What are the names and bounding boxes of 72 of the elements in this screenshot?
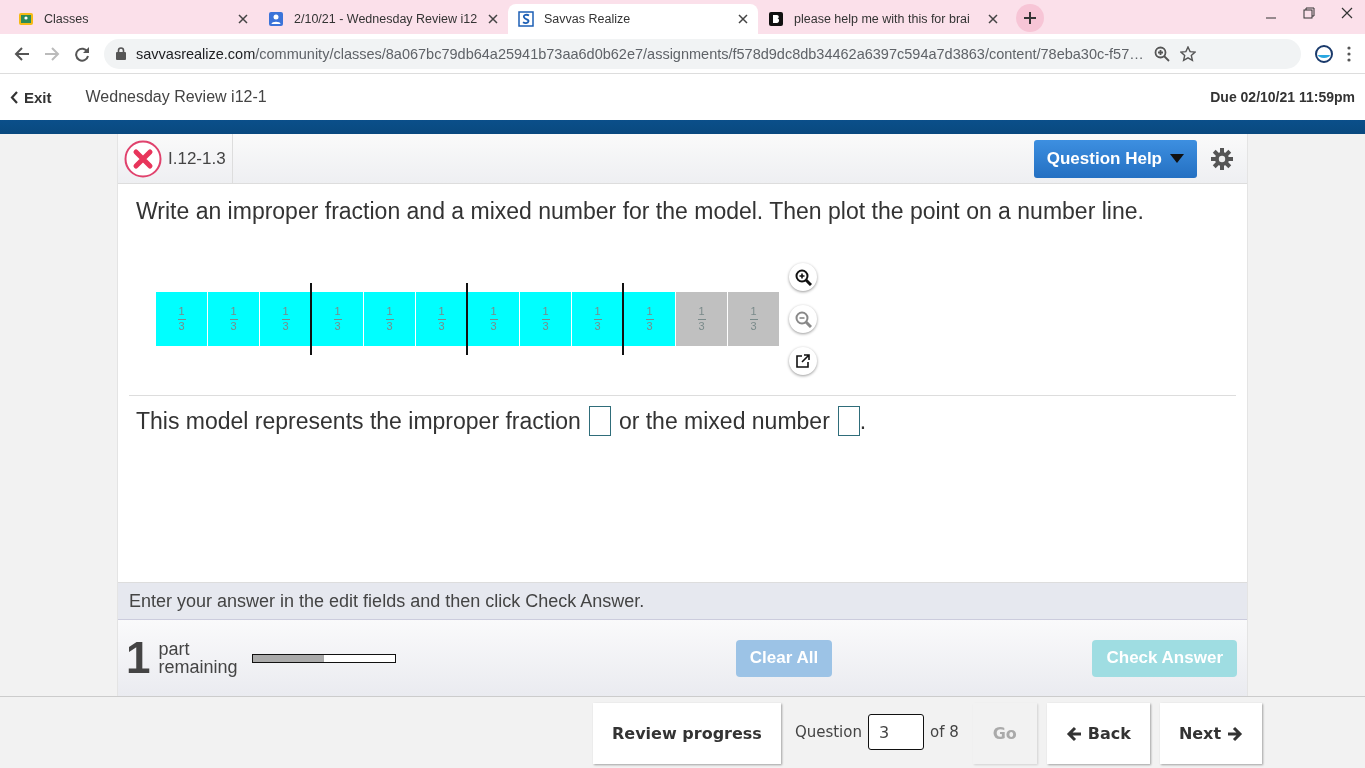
parts-label: part remaining xyxy=(158,640,238,676)
settings-icon[interactable] xyxy=(1211,147,1233,170)
question-prompt: Write an improper fraction and a mixed number for the model. Then plot the point on a number line. xyxy=(135,197,1145,225)
new-tab-button[interactable] xyxy=(1016,4,1044,32)
back-button[interactable]: Back xyxy=(1046,703,1150,764)
review-progress-button[interactable]: Review progress xyxy=(593,703,781,764)
browser-tab[interactable]: please help me with this for brai xyxy=(758,4,1008,34)
close-icon[interactable] xyxy=(988,14,998,24)
instruction-text: Enter your answer in the edit fields and then click Check Answer. xyxy=(118,582,1247,619)
fraction-label: 1 3 xyxy=(697,305,706,333)
due-date: Due 02/10/21 11:59pm xyxy=(1210,89,1355,105)
answer-text: This model represents the improper fraction xyxy=(136,407,581,435)
lock-icon xyxy=(116,47,126,60)
back-arrow-icon[interactable] xyxy=(14,45,30,62)
more-icon[interactable] xyxy=(1347,45,1351,62)
arrow-left-icon xyxy=(1065,725,1082,742)
tab-title: 2/10/21 - Wednesday Review i12 xyxy=(294,12,478,26)
browser-tab[interactable]: 2/10/21 - Wednesday Review i12 xyxy=(258,4,508,34)
fraction-label: 1 3 xyxy=(541,305,550,333)
fraction-label: 1 3 xyxy=(645,305,654,333)
plus-icon xyxy=(1024,12,1036,24)
fraction-label: 1 3 xyxy=(489,305,498,333)
close-icon[interactable] xyxy=(238,14,248,24)
question-number-field[interactable]: 3 xyxy=(867,714,924,750)
zoom-out-button[interactable] xyxy=(789,305,817,333)
caret-down-icon xyxy=(1170,154,1184,163)
fraction-label: 1 3 xyxy=(593,305,602,333)
question-total: of 8 xyxy=(929,723,959,741)
b-logo-icon xyxy=(768,11,784,27)
chevron-left-icon xyxy=(10,90,18,104)
next-button[interactable]: Next xyxy=(1159,703,1263,764)
answer-text: or the mixed number xyxy=(618,407,830,435)
zoom-icon[interactable] xyxy=(1153,45,1170,62)
answer-text: . xyxy=(859,407,867,435)
arrow-right-icon xyxy=(1227,725,1244,742)
question-id: I.12-1.3 xyxy=(168,148,226,169)
address-bar[interactable]: savvasrealize.com/community/classes/8a067bc79db64a25941b73aa6d0b62e7/assignments/f578d9dc8db34462a6397c594a7d3863/content/78eba30c-f57… xyxy=(104,38,1301,69)
tab-title: Classes xyxy=(44,12,90,26)
reload-icon[interactable] xyxy=(74,45,90,62)
browser-tab[interactable]: Savvas Realize xyxy=(508,4,758,34)
s-logo-icon xyxy=(518,11,534,27)
fraction-label: 1 3 xyxy=(333,305,342,333)
fraction-label: 1 3 xyxy=(385,305,394,333)
classroom-icon xyxy=(18,11,34,27)
assignment-title: Wednesday Review i12-1 xyxy=(85,88,268,106)
fraction-label: 1 3 xyxy=(749,305,758,333)
browser-tab[interactable]: Classes xyxy=(8,4,258,34)
zoom-in-icon xyxy=(794,268,812,286)
fraction-label: 1 3 xyxy=(177,305,186,333)
close-icon[interactable] xyxy=(1341,7,1353,19)
url-text: savvasrealize.com/community/classes/8a067bc79db64a25941b73aa6d0b62e7/assignments/f578d9dc8db34462a6397c594a7d3863/content/78eba30c-f57… xyxy=(136,45,1144,62)
restore-icon[interactable] xyxy=(1303,7,1315,19)
fraction-label: 1 3 xyxy=(281,305,290,333)
zoom-in-button[interactable] xyxy=(789,263,817,291)
answer-field[interactable] xyxy=(588,406,611,436)
tab-title: Savvas Realize xyxy=(544,12,632,26)
fraction-label: 1 3 xyxy=(229,305,238,333)
zoom-out-icon xyxy=(794,310,812,328)
question-help-button[interactable]: Question Help xyxy=(1033,139,1197,178)
star-icon[interactable] xyxy=(1179,45,1196,62)
fraction-label: 1 3 xyxy=(437,305,446,333)
parts-count: 1 xyxy=(126,633,151,683)
external-link-button[interactable] xyxy=(789,347,817,375)
question-label: Question xyxy=(794,723,862,741)
tab-title: please help me with this for brai xyxy=(794,12,971,26)
close-icon[interactable] xyxy=(488,14,498,24)
exit-link[interactable]: Exit xyxy=(10,88,52,106)
extension-icon[interactable] xyxy=(1315,44,1333,63)
person-icon xyxy=(268,11,284,27)
external-link-icon xyxy=(794,352,812,370)
answer-field[interactable] xyxy=(837,406,860,436)
close-icon[interactable] xyxy=(738,14,748,24)
